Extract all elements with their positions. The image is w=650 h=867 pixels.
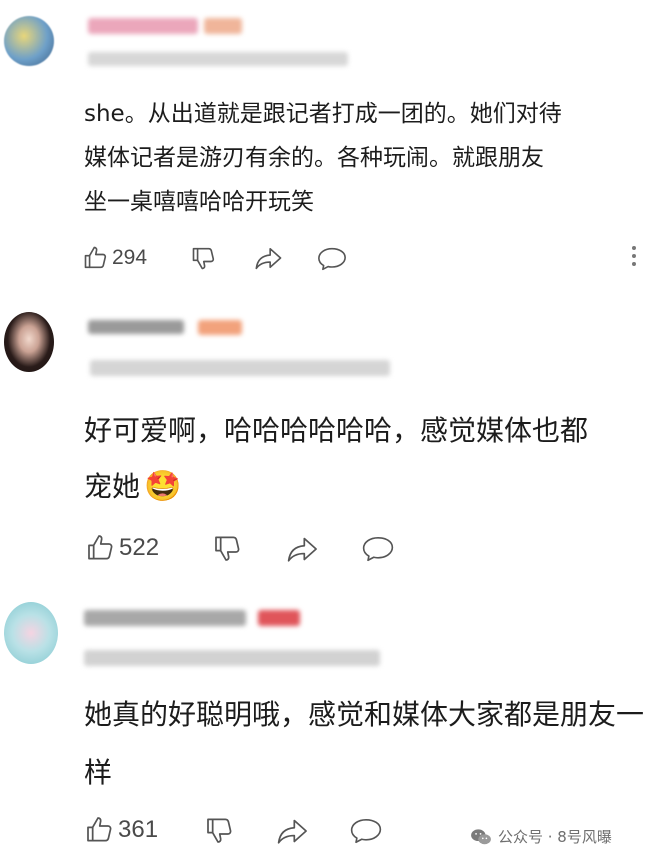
avatar[interactable] [4,602,58,664]
comment-text: 好可爱啊，哈哈哈哈哈哈，感觉媒体也都 宠她 🤩 [84,403,588,515]
like-count: 522 [119,534,160,561]
comment-line: 宠她 🤩 [84,459,588,515]
dislike-button[interactable] [212,532,244,564]
comment-3: 她真的好聪明哦，感觉和媒体大家都是朋友一 样 361 [0,580,650,867]
speech-bubble-icon [318,247,346,271]
share-arrow-icon [255,247,282,270]
thumbs-down-icon [207,818,232,843]
username-blurred[interactable] [84,610,246,626]
like-button[interactable]: 522 [85,532,159,564]
dislike-button[interactable] [204,814,236,846]
like-count: 361 [118,816,159,843]
user-badge-blurred [204,18,242,34]
like-count: 294 [112,246,148,269]
comment-line: 样 [84,756,113,789]
comment-2: 好可爱啊，哈哈哈哈哈哈，感觉媒体也都 宠她 🤩 522 [0,290,650,580]
thumbs-up-icon [84,246,107,269]
thumbs-up-icon [87,817,112,842]
share-arrow-icon [287,537,317,562]
comment-line: 好可爱啊，哈哈哈哈哈哈，感觉媒体也都 [84,414,589,447]
timestamp-blurred [90,360,390,376]
more-vertical-icon[interactable] [630,246,638,270]
reply-button[interactable] [360,534,396,564]
thumbs-up-icon [88,535,113,560]
comment-line-text: 宠她 [84,470,141,503]
username-blurred[interactable] [88,320,184,334]
user-badge-blurred [198,320,242,335]
wechat-icon [471,828,491,844]
watermark-text: 公众号 · 8号风曝 [498,828,612,846]
thumbs-down-icon [192,247,215,270]
share-button[interactable] [276,816,310,846]
comment-line: 她真的好聪明哦，感觉和媒体大家都是朋友一 [84,698,645,731]
comment-line: 媒体记者是游刃有余的。各种玩闹。就跟朋友 [84,145,544,171]
comment-line: she。从出道就是跟记者打成一团的。她们对待 [84,101,562,127]
thumbs-down-icon [215,536,240,561]
reply-button[interactable] [348,816,384,846]
comment-text: 她真的好聪明哦，感觉和媒体大家都是朋友一 样 [84,686,644,802]
like-button[interactable]: 361 [84,814,158,846]
like-button[interactable]: 294 [82,244,147,272]
starry-eyes-emoji: 🤩 [144,469,182,504]
user-badge-blurred [258,610,300,626]
watermark: 公众号 · 8号风曝 [470,826,612,847]
avatar[interactable] [4,16,54,66]
dislike-button[interactable] [190,244,218,272]
share-arrow-icon [277,819,307,844]
reply-button[interactable] [316,245,348,273]
comment-line: 坐一桌嘻嘻哈哈开玩笑 [84,189,314,215]
share-button[interactable] [254,245,284,271]
speech-bubble-icon [350,818,382,844]
share-button[interactable] [286,534,320,564]
timestamp-blurred [88,52,348,66]
timestamp-blurred [84,650,380,666]
comment-1: she。从出道就是跟记者打成一团的。她们对待 媒体记者是游刃有余的。各种玩闹。就… [0,0,650,290]
avatar[interactable] [4,312,54,372]
comment-text: she。从出道就是跟记者打成一团的。她们对待 媒体记者是游刃有余的。各种玩闹。就… [84,92,562,224]
speech-bubble-icon [362,536,394,562]
username-blurred[interactable] [88,18,198,34]
